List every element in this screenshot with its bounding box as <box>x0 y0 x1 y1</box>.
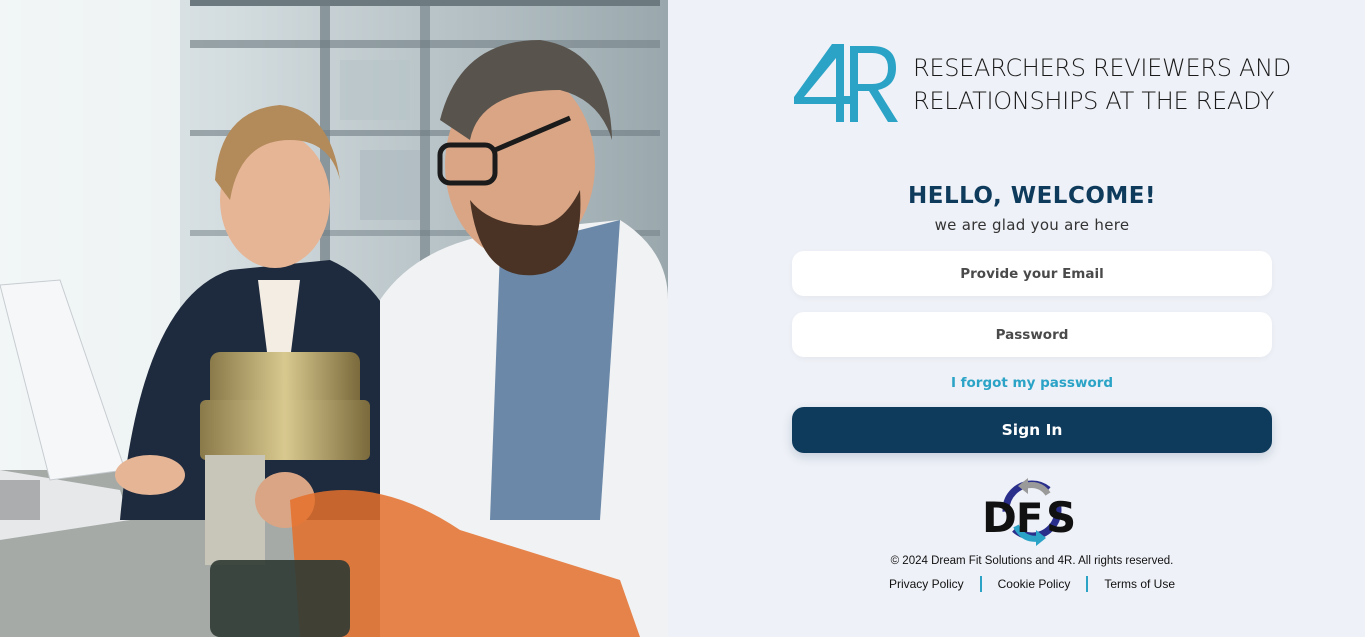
lab-researchers-photo-icon <box>0 0 668 637</box>
login-panel: RESEARCHERS REVIEWERS AND RELATIONSHIPS … <box>668 0 1365 637</box>
cookie-policy-link[interactable]: Cookie Policy <box>982 577 1087 591</box>
email-input[interactable] <box>792 251 1272 296</box>
tagline-line-1: RESEARCHERS REVIEWERS AND <box>913 54 1291 82</box>
welcome-subheading: we are glad you are here <box>934 216 1130 234</box>
hero-photo <box>0 0 668 637</box>
svg-text:S: S <box>1046 493 1076 542</box>
brand-tagline: RESEARCHERS REVIEWERS AND RELATIONSHIPS … <box>913 52 1291 118</box>
brand-header: RESEARCHERS REVIEWERS AND RELATIONSHIPS … <box>792 40 1291 126</box>
terms-of-use-link[interactable]: Terms of Use <box>1088 577 1191 591</box>
svg-text:D: D <box>982 493 1017 542</box>
footer-links: Privacy Policy Cookie Policy Terms of Us… <box>668 576 1365 592</box>
4r-logo-icon <box>794 44 898 122</box>
tagline-line-2: RELATIONSHIPS AT THE READY <box>913 87 1275 115</box>
sign-in-button[interactable]: Sign In <box>792 407 1272 453</box>
privacy-policy-link[interactable]: Privacy Policy <box>873 577 980 591</box>
svg-text:F: F <box>1016 496 1043 542</box>
welcome-heading: HELLO, WELCOME! <box>907 183 1156 209</box>
copyright-text: © 2024 Dream Fit Solutions and 4R. All r… <box>890 555 1174 567</box>
password-input[interactable] <box>792 312 1272 357</box>
dfs-logo-icon: D F S <box>982 478 1076 546</box>
forgot-password-link[interactable]: I forgot my password <box>668 375 1365 391</box>
